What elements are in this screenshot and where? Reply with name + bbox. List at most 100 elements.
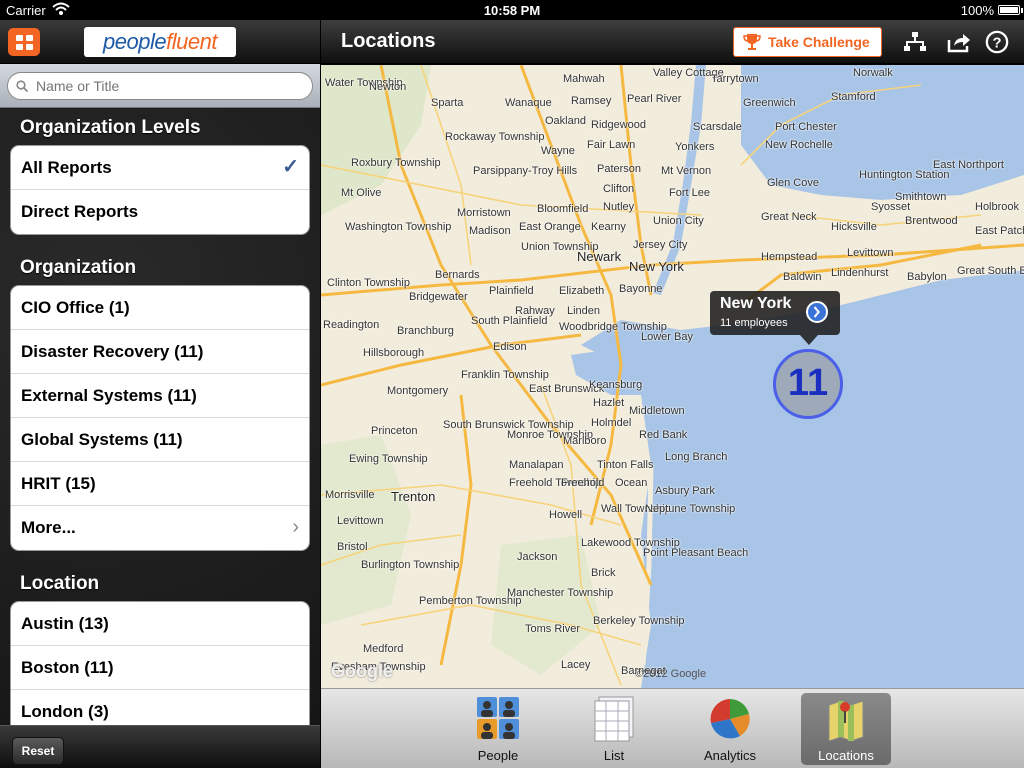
tab-locations[interactable]: Locations (801, 693, 891, 765)
map-label: Baldwin (783, 271, 822, 283)
map-label: Mt Vernon (661, 165, 712, 177)
pie-chart-icon (710, 699, 750, 739)
list-item[interactable]: CIO Office (1) (11, 286, 309, 330)
map-label: Keansburg (589, 379, 643, 391)
tab-bar: People List Analytics Locations (321, 688, 1024, 768)
map-label: Lacey (561, 659, 591, 671)
map-label: Bridgewater (409, 291, 468, 303)
map-label: Ramsey (571, 95, 612, 107)
map-label: Plainfield (489, 285, 534, 297)
map-label: Morrisville (325, 489, 375, 501)
map-label: Yonkers (675, 141, 715, 153)
map-label: Brick (591, 567, 616, 579)
map-label: Madison (469, 225, 511, 237)
map-label: Port Chester (775, 121, 837, 133)
section-title-organization-levels: Organization Levels (20, 117, 201, 138)
list-item-more[interactable]: More... › (11, 506, 309, 550)
map-label: Levittown (337, 515, 384, 527)
map-label: Burlington Township (361, 559, 460, 571)
map-label: Sparta (431, 97, 464, 109)
share-icon[interactable] (946, 30, 972, 54)
map-label: Brentwood (905, 215, 958, 227)
map-label: Elizabeth (559, 285, 605, 297)
callout-pointer (800, 335, 818, 345)
callout-title: New York (720, 295, 792, 312)
search-icon (16, 80, 28, 92)
org-chart-icon[interactable] (902, 30, 928, 54)
tab-list[interactable]: List (569, 693, 659, 765)
trophy-icon (743, 34, 761, 50)
chevron-right-icon: › (292, 516, 299, 538)
map-label: Freehold (561, 477, 605, 489)
help-icon[interactable]: ? (984, 30, 1010, 54)
map-label: Scarsdale (693, 121, 742, 133)
list-item[interactable]: HRIT (15) (11, 462, 309, 506)
list-item[interactable]: Disaster Recovery (11) (11, 330, 309, 374)
map-label: Holbrook (975, 201, 1020, 213)
map-label: Huntington Station (859, 169, 950, 181)
location-group: Austin (13) Boston (11) London (3) (10, 601, 310, 725)
map-label: Union City (653, 215, 704, 227)
peoplefluent-logo: peoplefluent (84, 27, 236, 57)
map-label: Marlboro (563, 435, 607, 447)
map-label: Hempstead (761, 251, 818, 263)
map-label: Bernards (435, 269, 480, 281)
map-label: Berkeley Township (593, 615, 685, 627)
map-label: Great South Bay (957, 265, 1024, 277)
battery-icon (998, 5, 1020, 15)
map-label: Parsippany-Troy Hills (473, 165, 578, 177)
map-label: Wayne (541, 145, 575, 157)
map-label: Lindenhurst (831, 267, 889, 279)
map-label: Newton (369, 81, 407, 93)
map-label: Readington (323, 319, 380, 331)
map-view[interactable]: Water Township Newton Mahwah Valley Cott… (321, 65, 1024, 688)
list-icon (594, 696, 634, 742)
tab-people[interactable]: People (453, 693, 543, 765)
map-label: Hillsborough (363, 347, 425, 359)
map-label: Kearny (591, 221, 626, 233)
map-label: Trenton (391, 489, 436, 504)
section-title-location: Location (20, 573, 100, 594)
map-label: Norwalk (853, 67, 893, 79)
map-label: Hazlet (593, 397, 625, 409)
list-item[interactable]: Austin (13) (11, 602, 309, 646)
map-label: Levittown (847, 247, 894, 259)
map-label: Princeton (371, 425, 418, 437)
map-pin-icon (828, 700, 864, 742)
apps-grid-button[interactable] (8, 28, 40, 56)
list-item[interactable]: Boston (11) (11, 646, 309, 690)
map-label: Point Pleasant Beach (643, 547, 749, 559)
search-input[interactable] (7, 72, 313, 100)
list-item[interactable]: Global Systems (11) (11, 418, 309, 462)
location-callout[interactable]: New York 11 employees (710, 291, 840, 335)
map-label: Newark (577, 249, 622, 264)
tab-analytics[interactable]: Analytics (685, 693, 775, 765)
map-label: Medford (363, 643, 404, 655)
list-item-direct-reports[interactable]: Direct Reports (11, 190, 309, 234)
location-cluster-marker[interactable]: 11 (773, 349, 843, 419)
map-label: Glen Cove (767, 177, 819, 189)
map-label: Washington Township (345, 221, 452, 233)
map-label: Hicksville (831, 221, 877, 233)
filter-list[interactable]: Organization Levels All Reports ✓ Direct… (0, 109, 320, 725)
filter-panel: peoplefluent Organization Levels All Rep… (0, 20, 320, 768)
list-item[interactable]: London (3) (11, 690, 309, 725)
map-label: Bayonne (619, 283, 663, 295)
map-label: Jackson (517, 551, 558, 563)
reset-button[interactable]: Reset (12, 737, 64, 765)
google-watermark: Google (331, 661, 393, 681)
clock: 10:58 PM (483, 3, 541, 18)
map-label: Paterson (597, 163, 642, 175)
list-item-all-reports[interactable]: All Reports ✓ (11, 146, 309, 190)
map-label: Middletown (629, 405, 685, 417)
map-label: Franklin Township (461, 369, 549, 381)
list-item[interactable]: External Systems (11) (11, 374, 309, 418)
map-label: Tinton Falls (597, 459, 654, 471)
disclosure-arrow-icon[interactable] (806, 301, 828, 323)
organization-group: CIO Office (1) Disaster Recovery (11) Ex… (10, 285, 310, 551)
map-label: Branchburg (397, 325, 454, 337)
map-label: Stamford (831, 91, 876, 103)
take-challenge-button[interactable]: Take Challenge (733, 27, 882, 57)
map-label: Lower Bay (641, 331, 693, 343)
map-label: Clifton (603, 183, 635, 195)
